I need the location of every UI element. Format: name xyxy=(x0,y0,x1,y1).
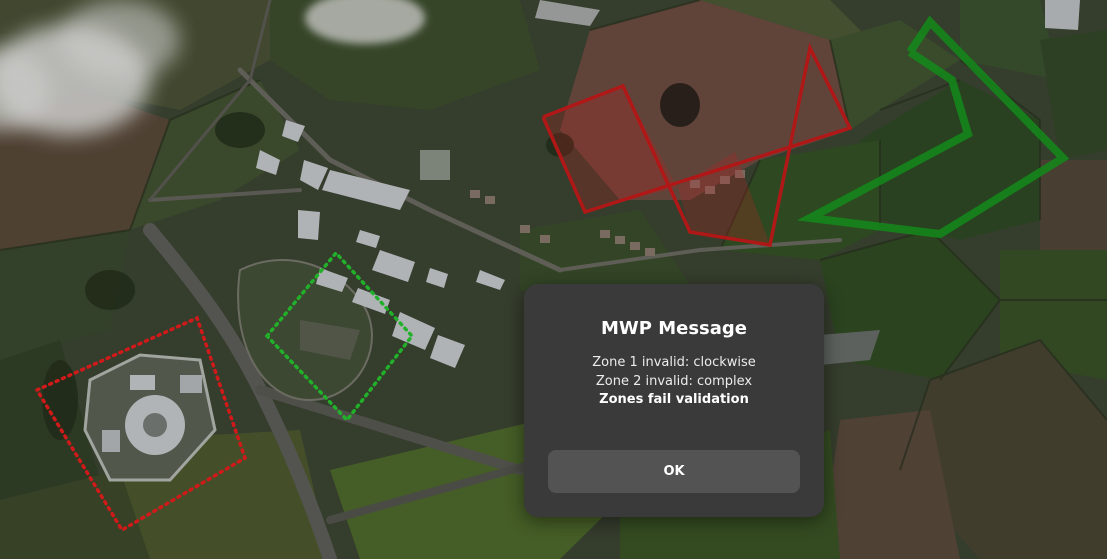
dialog-body: Zone 1 invalid: clockwise Zone 2 invalid… xyxy=(524,354,824,410)
ok-button[interactable]: OK xyxy=(548,450,800,493)
dialog-summary: Zones fail validation xyxy=(599,392,749,407)
message-dialog: MWP Message Zone 1 invalid: clockwise Zo… xyxy=(524,284,824,517)
dialog-line-zone-2: Zone 2 invalid: complex xyxy=(595,373,753,389)
dialog-title: MWP Message xyxy=(600,318,747,339)
dialog-line-zone-1: Zone 1 invalid: clockwise xyxy=(592,355,756,370)
